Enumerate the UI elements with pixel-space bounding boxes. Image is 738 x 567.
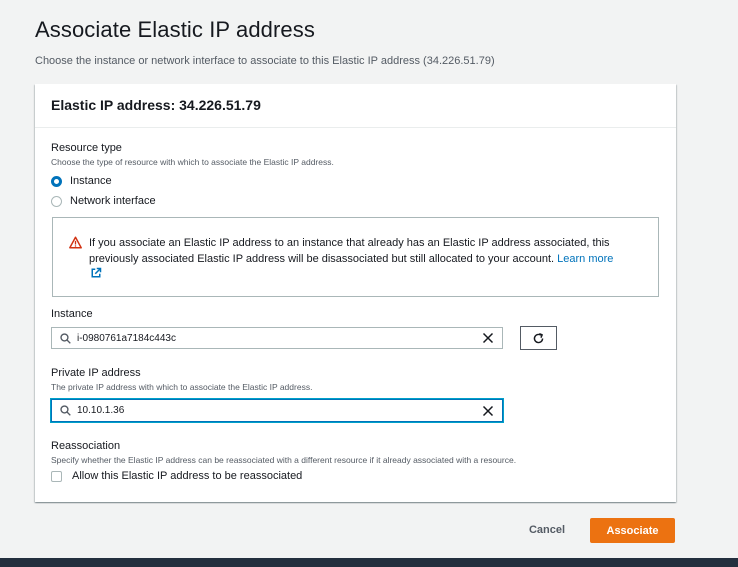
reassociation-checkbox-label: Allow this Elastic IP address to be reas… <box>72 470 303 482</box>
association-form-card: Elastic IP address: 34.226.51.79 Resourc… <box>35 84 676 502</box>
resource-type-description: Choose the type of resource with which t… <box>51 157 334 167</box>
radio-network-interface-label: Network interface <box>70 195 156 207</box>
search-icon <box>60 405 71 416</box>
clear-private-ip-icon[interactable] <box>482 405 494 417</box>
instance-input[interactable]: i-0980761a7184c443c <box>51 327 503 349</box>
refresh-icon <box>533 332 544 343</box>
card-header: Elastic IP address: 34.226.51.79 <box>35 84 676 128</box>
radio-network-interface[interactable]: Network interface <box>51 195 156 207</box>
learn-more-link[interactable]: Learn more <box>557 253 613 265</box>
warning-icon <box>69 236 82 249</box>
clear-instance-icon[interactable] <box>482 332 494 344</box>
reassociation-description: Specify whether the Elastic IP address c… <box>51 455 517 465</box>
radio-instance-label: Instance <box>70 175 112 187</box>
bottom-bar <box>0 558 738 567</box>
radio-instance-control[interactable] <box>51 175 62 187</box>
reassociation-checkbox[interactable] <box>51 470 62 482</box>
resource-type-label: Resource type <box>51 142 122 154</box>
private-ip-description: The private IP address with which to ass… <box>51 382 313 392</box>
instance-input-value[interactable]: i-0980761a7184c443c <box>77 333 482 344</box>
cancel-button[interactable]: Cancel <box>517 518 577 542</box>
alert-message: If you associate an Elastic IP address t… <box>89 237 610 265</box>
page-title: Associate Elastic IP address <box>35 17 315 42</box>
external-link-icon[interactable] <box>90 267 102 279</box>
reassociation-checkbox-row[interactable]: Allow this Elastic IP address to be reas… <box>51 470 302 482</box>
radio-network-interface-control[interactable] <box>51 195 62 207</box>
private-ip-input-value[interactable]: 10.10.1.36 <box>77 405 482 416</box>
refresh-instances-button[interactable] <box>520 326 557 350</box>
search-icon <box>60 332 71 344</box>
private-ip-input[interactable]: 10.10.1.36 <box>51 399 503 422</box>
page-description: Choose the instance or network interface… <box>35 55 495 67</box>
warning-alert: If you associate an Elastic IP address t… <box>52 217 659 297</box>
reassociation-label: Reassociation <box>51 440 121 452</box>
radio-instance[interactable]: Instance <box>51 175 112 187</box>
instance-label: Instance <box>51 308 93 320</box>
private-ip-label: Private IP address <box>51 367 141 379</box>
associate-button[interactable]: Associate <box>590 518 675 543</box>
